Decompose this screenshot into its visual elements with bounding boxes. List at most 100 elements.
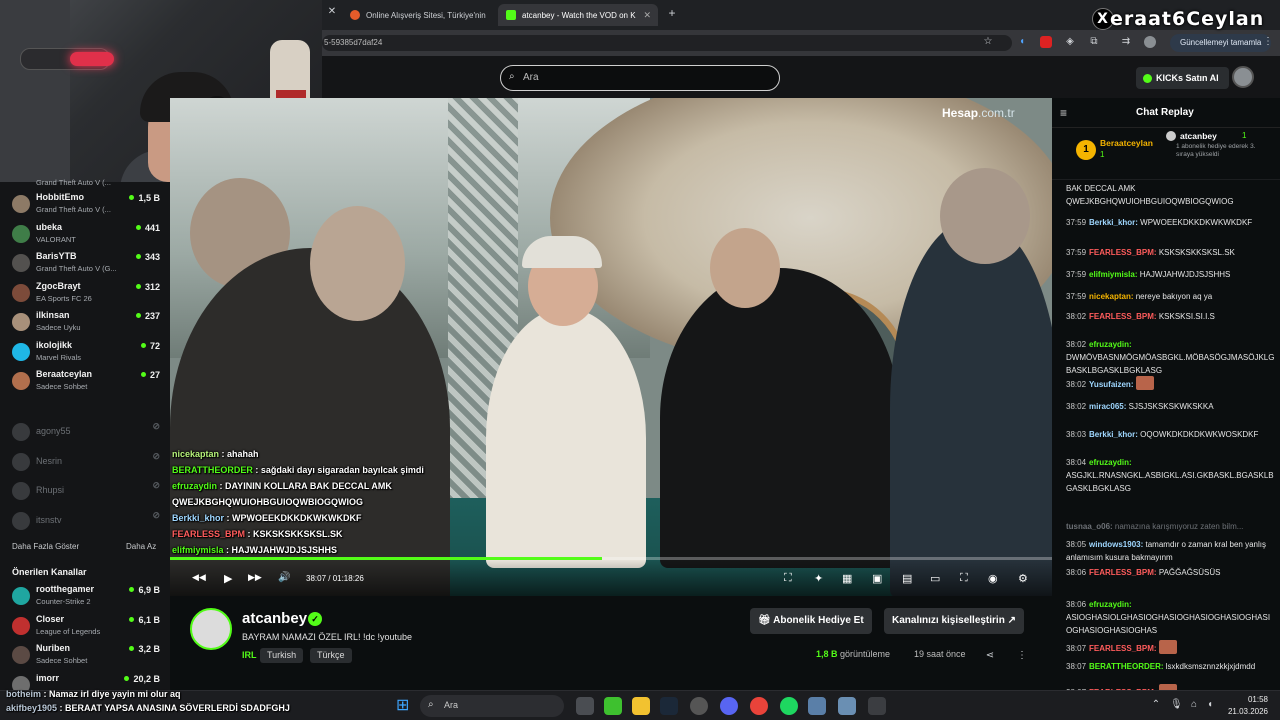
show-more-link[interactable]: Daha Fazla Göster	[12, 542, 79, 551]
chat-username[interactable]: windows1903:	[1089, 540, 1145, 549]
file-explorer-icon[interactable]	[632, 697, 650, 715]
task-view-icon[interactable]	[576, 697, 594, 715]
new-tab-icon[interactable]: +	[666, 7, 678, 19]
tab-close-icon[interactable]: ✕	[326, 6, 338, 18]
close-icon[interactable]: ✕	[644, 10, 652, 21]
cast-icon[interactable]: ⇉	[1120, 36, 1132, 48]
streamer-avatar[interactable]	[190, 608, 232, 650]
bookmark-star-icon[interactable]: ☆	[982, 36, 994, 48]
cast-icon[interactable]: ▭	[930, 572, 940, 585]
play-icon[interactable]: ▶	[224, 572, 232, 585]
chat-username[interactable]: Berkki_khor:	[1089, 218, 1140, 227]
customize-channel-button[interactable]: Kanalınızı kişiselleştirin ↗	[884, 608, 1024, 634]
browser-menu-icon[interactable]: ⋮	[1262, 36, 1274, 48]
sidebar-item-nesrin[interactable]: Nesrin ⊘	[8, 448, 164, 477]
chat-username[interactable]: nicekaptan:	[1089, 292, 1136, 301]
windows-start-icon[interactable]: ⊞	[396, 697, 414, 715]
chat-username[interactable]: efruzaydin:	[1089, 458, 1132, 467]
sidebar-item-rhupsi[interactable]: Rhupsi ⊘	[8, 477, 164, 506]
category-link[interactable]: IRL	[242, 650, 257, 660]
sidebar-item-zgocbrayt[interactable]: ZgocBrayt EA Sports FC 26 312	[8, 279, 164, 308]
sidebar-item-beraatceylan[interactable]: Beraatceylan Sadece Sohbet 27	[8, 367, 164, 396]
chat-username[interactable]: Berkki_khor:	[1089, 430, 1140, 439]
url-field[interactable]: 5-59385d7daf24	[322, 35, 1012, 51]
sparkle-icon[interactable]: ✦	[814, 572, 823, 585]
taskbar-search-input[interactable]: ⌕ Ara	[420, 695, 564, 717]
network-icon[interactable]: ⌂	[1188, 699, 1200, 711]
notepad-icon[interactable]	[808, 697, 826, 715]
chat-username[interactable]: mirac065:	[1089, 402, 1129, 411]
sidebar-item-itsnstv[interactable]: itsnstv ⊘	[8, 507, 164, 536]
viewer-count: 237	[136, 311, 160, 321]
chat-username[interactable]: BERATTHEORDER:	[1089, 662, 1166, 671]
next-icon[interactable]: ▶▶	[248, 572, 262, 583]
sidebar-item-barisytb[interactable]: BarisYTB Grand Theft Auto V (G... 343	[8, 249, 164, 278]
xbox-icon[interactable]	[604, 697, 622, 715]
microphone-icon[interactable]: 🎙︎	[1170, 699, 1183, 711]
sidebar-item-ubeka[interactable]: ubeka VALORANT 441	[8, 220, 164, 249]
tray-chevron-icon[interactable]: ⌃	[1150, 699, 1162, 711]
chat-username[interactable]: Yusufaizen:	[1089, 380, 1136, 389]
discord-icon[interactable]	[720, 697, 738, 715]
sidebar-item-closer[interactable]: Closer League of Legends 6,1 B	[8, 612, 164, 641]
more-options-icon[interactable]: ⋮	[1016, 650, 1028, 662]
stats-icon[interactable]: ▦	[842, 572, 852, 585]
chat-username[interactable]: FEARLESS_BPM:	[1089, 644, 1159, 653]
gift-sub-button[interactable]: 🎁︎ Abonelik Hediye Et	[750, 608, 872, 634]
extension-shield-icon[interactable]: ◈	[1064, 36, 1076, 48]
spotify-icon[interactable]	[780, 697, 798, 715]
tab-trendyol[interactable]: Online Alışveriş Sitesi, Türkiye'nin ✕	[342, 4, 492, 26]
volume-icon[interactable]: 🔊	[278, 572, 290, 583]
sidebar-item-partial[interactable]: Grand Theft Auto V (...	[8, 178, 164, 190]
share-icon[interactable]: ⋖	[984, 650, 996, 662]
streamer-name[interactable]: atcanbey	[242, 610, 307, 627]
pip-icon[interactable]: ▣	[872, 572, 882, 585]
chat-message: 37:59 FEARLESS_BPM: KSKSKSKKSKSL.SK	[1066, 246, 1276, 259]
chat-username[interactable]: elifmiymisla:	[1089, 270, 1140, 279]
chat-username[interactable]: FEARLESS_BPM:	[1089, 312, 1159, 321]
extensions-puzzle-icon[interactable]: ⧉	[1088, 36, 1100, 48]
vmware-icon[interactable]	[838, 697, 856, 715]
theater-icon[interactable]: ▤	[902, 572, 912, 585]
sidebar-item-hobbitemo[interactable]: HobbitEmo Grand Theft Auto V (... 1,5 B	[8, 190, 164, 219]
chat-username[interactable]: efruzaydin:	[1089, 340, 1132, 349]
extension-sound-icon[interactable]: ◖	[1016, 36, 1028, 48]
extension-youtube-icon[interactable]	[1040, 36, 1052, 48]
show-less-link[interactable]: Daha Az	[126, 542, 156, 551]
sidebar-item-ikolojikk[interactable]: ikolojikk Marvel Rivals 72	[8, 338, 164, 367]
update-button[interactable]: Güncellemeyi tamamla	[1170, 34, 1272, 52]
sidebar-item-ilkinsan[interactable]: ilkinsan Sadece Uyku 237	[8, 308, 164, 337]
video-player[interactable]: Hesap.com.tr nicekaptan : ahahah BERATTHE…	[170, 98, 1052, 596]
tab-kick-vod[interactable]: atcanbey - Watch the VOD on K ✕	[498, 4, 658, 26]
profile-avatar-icon[interactable]	[1144, 36, 1156, 48]
chat-username[interactable]: FEARLESS_BPM:	[1089, 248, 1159, 257]
search-placeholder: Ara	[523, 72, 539, 83]
fullscreen-icon[interactable]: ⛶	[960, 572, 968, 585]
sidebar-item-agony55[interactable]: agony55 ⊘	[8, 418, 164, 447]
tag-turkce[interactable]: Türkçe	[310, 648, 352, 663]
chrome-icon[interactable]	[750, 697, 768, 715]
search-input[interactable]: ⌕ Ara	[500, 65, 780, 91]
clip-icon[interactable]: ⛶	[784, 572, 792, 585]
buy-kicks-button[interactable]: KICKs Satın Al	[1136, 67, 1229, 89]
obs-icon[interactable]	[690, 697, 708, 715]
tag-turkish[interactable]: Turkish	[260, 648, 304, 663]
gifter-name[interactable]: atcanbey	[1180, 131, 1217, 141]
previous-icon[interactable]: ◀◀	[192, 572, 206, 583]
pinned-user[interactable]: Beraatceylan	[1100, 138, 1153, 148]
user-avatar[interactable]	[1232, 66, 1254, 88]
stream-info: atcanbey ✓ BAYRAM NAMAZI ÖZEL IRL! !dc !…	[170, 596, 1052, 690]
steam-icon[interactable]	[660, 697, 678, 715]
chat-username[interactable]: FEARLESS_BPM:	[1089, 568, 1159, 577]
sidebar-item-nuriben[interactable]: Nuriben Sadece Sohbet 3,2 B	[8, 641, 164, 670]
volume-icon[interactable]: ◖	[1204, 699, 1216, 711]
chat-username[interactable]: tusnaa_o06:	[1066, 522, 1115, 531]
speed-icon[interactable]: ◉	[988, 572, 998, 585]
system-clock[interactable]: 01:58 21.03.2026	[1220, 694, 1268, 718]
terminal-icon[interactable]	[868, 697, 886, 715]
sidebar-item-rootthegamer[interactable]: rootthegamer Counter-Strike 2 6,9 B	[8, 582, 164, 611]
settings-gear-icon[interactable]: ⚙	[1018, 572, 1028, 585]
collapse-chat-icon[interactable]: ≡	[1060, 106, 1067, 120]
overlay-chat-text: : sağdaki dayı sigaradan bayılcak şimdi	[252, 465, 424, 475]
chat-username[interactable]: efruzaydin:	[1089, 600, 1132, 609]
